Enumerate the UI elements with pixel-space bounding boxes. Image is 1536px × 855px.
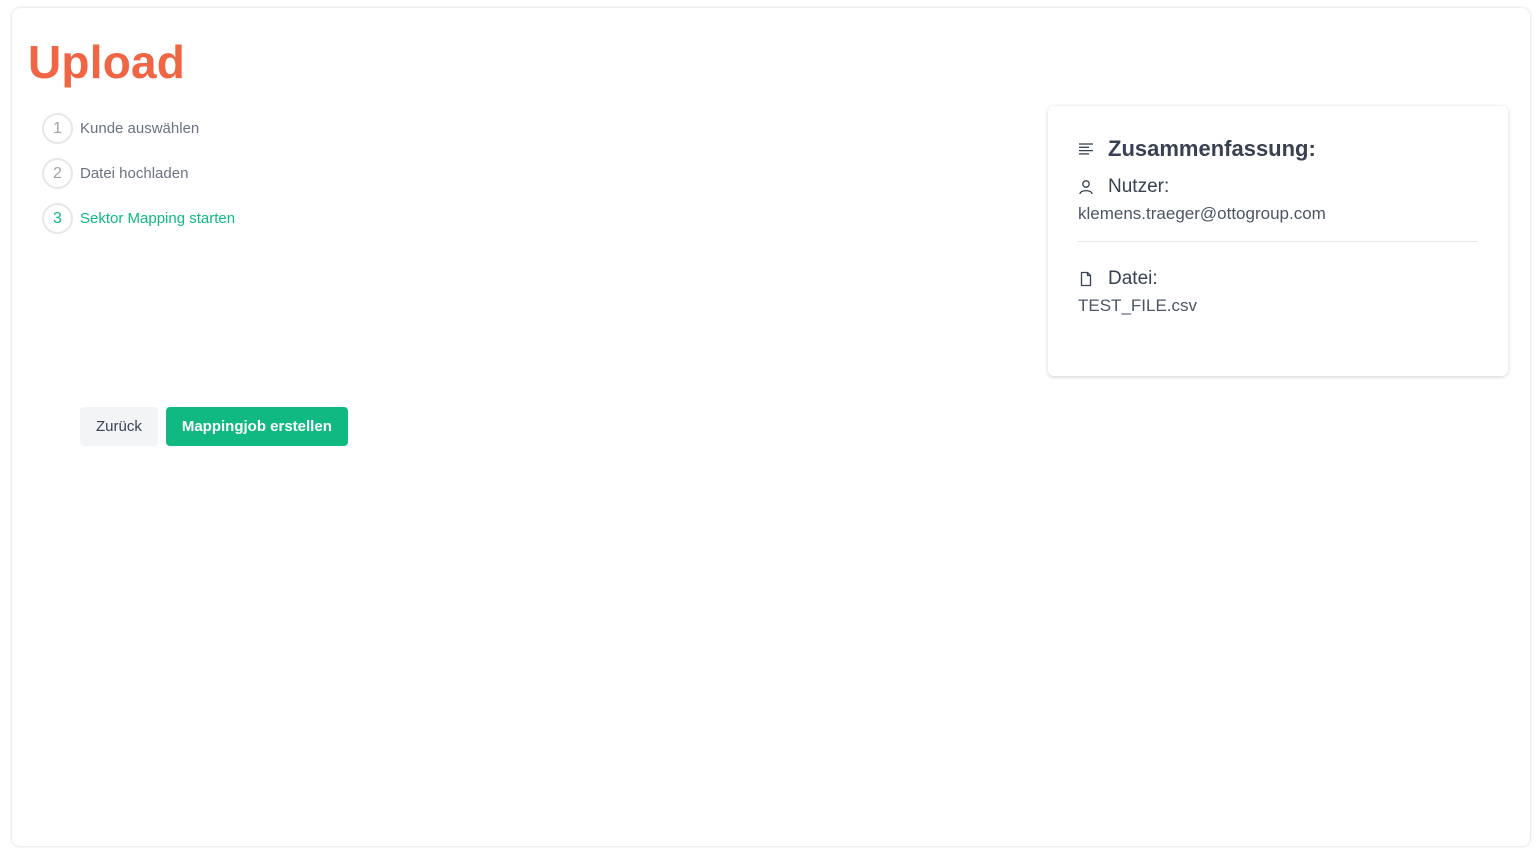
- file-field-header: Datei:: [1078, 268, 1478, 290]
- user-value: klemens.traeger@ottogroup.com: [1078, 204, 1326, 223]
- step-label: Sektor Mapping starten: [80, 210, 236, 227]
- user-label: Nutzer:: [1108, 176, 1170, 197]
- step-select-customer[interactable]: 1 Kunde auswählen: [42, 113, 235, 144]
- back-button[interactable]: Zurück: [80, 407, 158, 446]
- user-field: Nutzer: klemens.traeger@ottogroup.com: [1078, 176, 1478, 224]
- step-label: Datei hochladen: [80, 165, 189, 182]
- step-number: 3: [42, 203, 73, 234]
- divider: [1078, 241, 1478, 242]
- step-number: 1: [42, 113, 73, 144]
- file-label: Datei:: [1108, 268, 1158, 289]
- step-upload-file[interactable]: 2 Datei hochladen: [42, 158, 235, 189]
- user-field-header: Nutzer:: [1078, 176, 1478, 198]
- step-start-sector-mapping[interactable]: 3 Sektor Mapping starten: [42, 203, 235, 234]
- summary-header: Zusammenfassung:: [1078, 136, 1478, 162]
- action-bar: Zurück Mappingjob erstellen: [80, 407, 348, 446]
- file-field: Datei: TEST_FILE.csv: [1078, 268, 1478, 316]
- create-mapping-job-button[interactable]: Mappingjob erstellen: [165, 407, 348, 446]
- list-icon: [1079, 143, 1093, 155]
- step-number: 2: [42, 158, 73, 189]
- user-icon: [1079, 180, 1093, 195]
- summary-title: Zusammenfassung:: [1108, 136, 1316, 161]
- step-label: Kunde auswählen: [80, 120, 200, 137]
- upload-card: Upload 1 Kunde auswählen 2 Datei hochlad…: [12, 8, 1530, 846]
- page-title: Upload: [28, 36, 186, 88]
- file-icon: [1080, 271, 1092, 287]
- stepper: 1 Kunde auswählen 2 Datei hochladen 3 Se…: [42, 113, 235, 248]
- file-value: TEST_FILE.csv: [1078, 296, 1198, 315]
- summary-panel: Zusammenfassung: Nutzer: klemens.traeger…: [1048, 106, 1508, 376]
